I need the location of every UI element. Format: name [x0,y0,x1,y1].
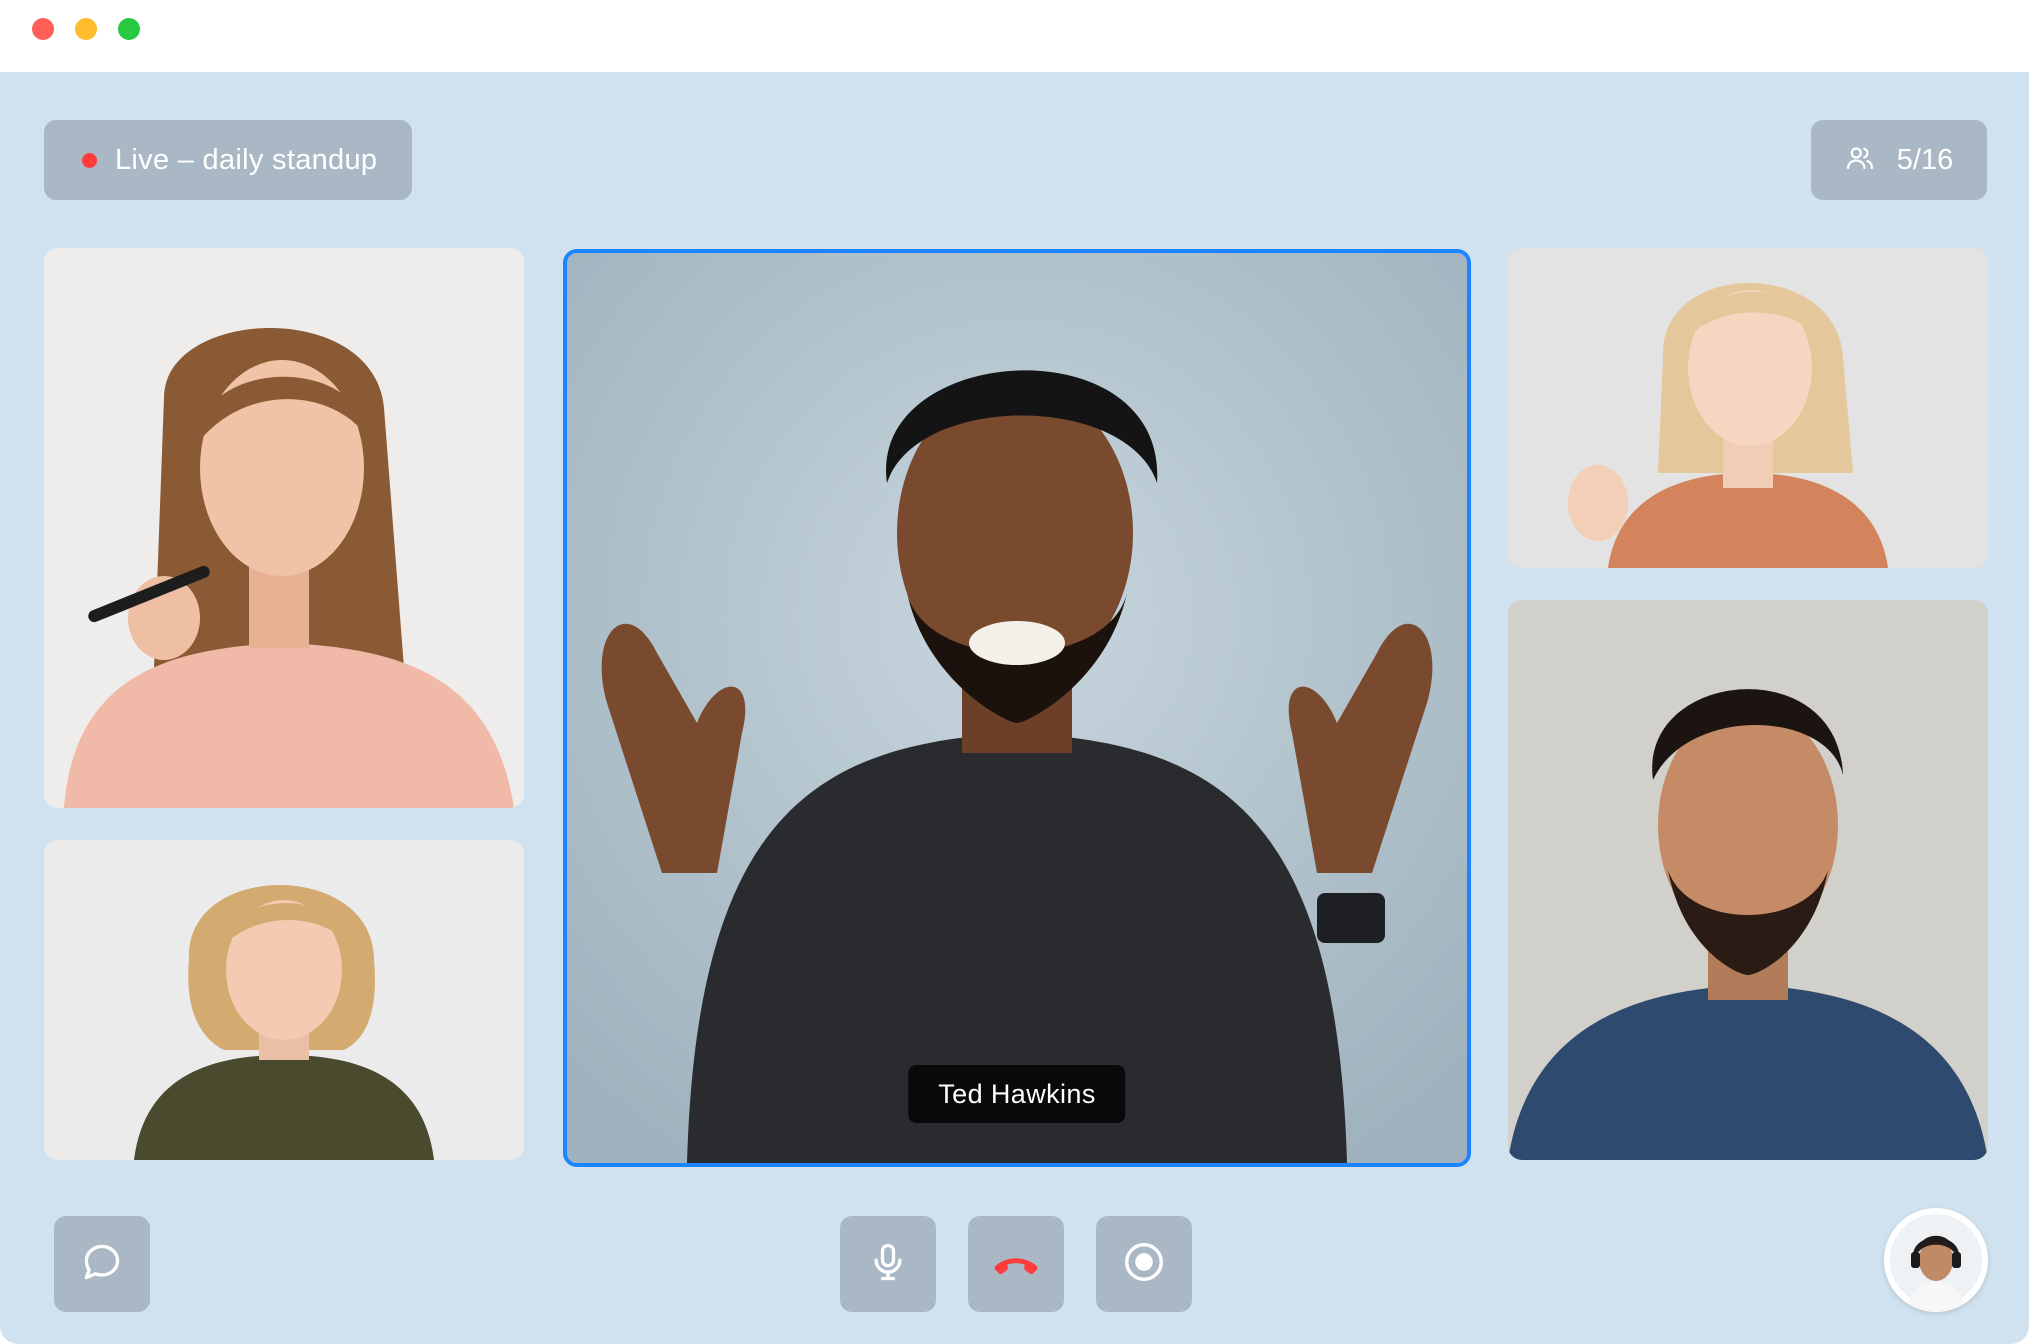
self-avatar[interactable] [1884,1208,1988,1312]
live-status-badge: Live – daily standup [44,120,412,200]
record-button[interactable] [1096,1216,1192,1312]
people-icon [1845,143,1875,178]
meeting-stage: Live – daily standup 5/16 Ted Hawkins [0,72,2029,1344]
chat-icon [80,1240,124,1289]
microphone-icon [866,1240,910,1289]
minimize-window-button[interactable] [75,18,97,40]
participant-video [1508,600,1988,1160]
close-window-button[interactable] [32,18,54,40]
record-icon [1121,1239,1167,1290]
participant-tile-right-top[interactable] [1508,248,1988,568]
active-speaker-video [567,253,1467,1163]
participant-tile-left-bottom[interactable] [44,840,524,1160]
participant-count: 5/16 [1896,143,1954,176]
participant-video [44,248,524,808]
app-window: Live – daily standup 5/16 Ted Hawkins [0,0,2029,1344]
hang-up-button[interactable] [968,1216,1064,1312]
live-indicator-dot [82,152,97,168]
active-speaker-tile[interactable]: Ted Hawkins [563,249,1471,1167]
speaker-name: Ted Hawkins [938,1078,1096,1109]
speaker-name-tag: Ted Hawkins [908,1065,1126,1123]
participant-tile-right-bottom[interactable] [1508,600,1988,1160]
microphone-button[interactable] [840,1216,936,1312]
participant-video [1508,248,1988,568]
phone-hangup-icon [990,1236,1042,1293]
self-video-thumbnail [1884,1208,1988,1312]
maximize-window-button[interactable] [118,18,140,40]
participant-count-button[interactable]: 5/16 [1811,120,1987,200]
chat-button[interactable] [54,1216,150,1312]
title-bar [0,0,2029,72]
meeting-status-label: Live – daily standup [115,143,378,176]
participant-tile-left-top[interactable] [44,248,524,808]
participant-video [44,840,524,1160]
